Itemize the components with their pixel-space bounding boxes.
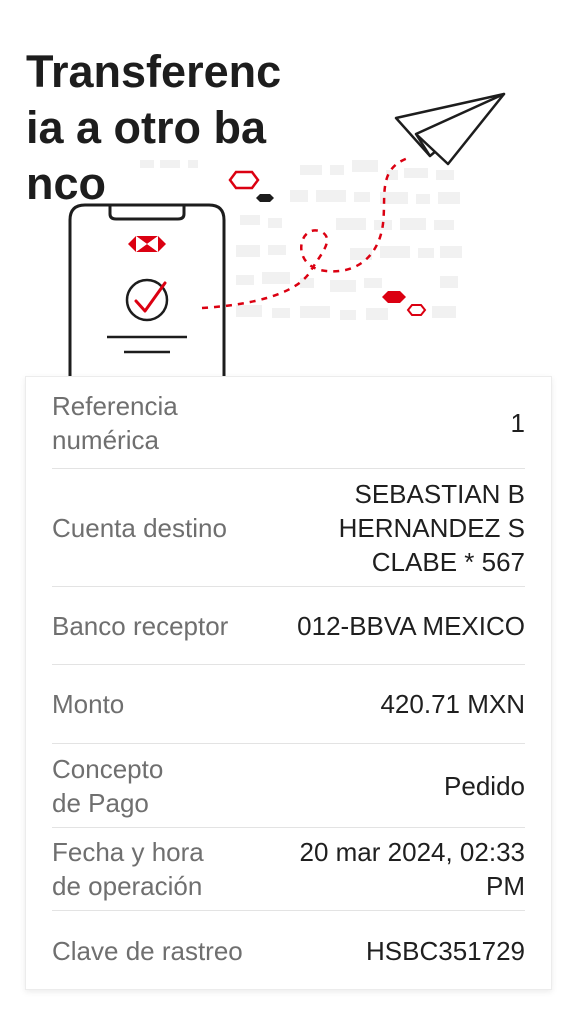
fecha-label: Fecha y hora de operación xyxy=(52,837,204,901)
cuenta-value: SEBASTIAN B HERNANDEZ S CLABE * 567 xyxy=(338,478,525,577)
clave-label: Clave de rastreo xyxy=(52,936,243,966)
concepto-label: Concepto de Pago xyxy=(52,753,164,818)
detail-row-banco: Banco receptor 012-BBVA MEXICO xyxy=(52,587,525,665)
clave-value: HSBC351729 xyxy=(366,936,525,966)
concepto-value: Pedido xyxy=(444,770,525,801)
detail-row-concepto: Concepto de Pago Pedido xyxy=(52,744,525,828)
phone-illustration xyxy=(68,203,226,380)
paper-plane-icon xyxy=(394,92,506,166)
referencia-value: 1 xyxy=(510,407,525,438)
banco-label: Banco receptor xyxy=(52,610,229,641)
fecha-value: 20 mar 2024, 02:33 PM xyxy=(299,837,526,901)
detail-row-monto: Monto 420.71 MXN xyxy=(52,665,525,744)
monto-label: Monto xyxy=(52,689,125,719)
detail-row-referencia: Referencia numérica 1 xyxy=(52,377,525,469)
hero-section: Transferencia a otro banco xyxy=(0,0,573,380)
detail-row-fecha: Fecha y hora de operación 20 mar 2024, 0… xyxy=(52,828,525,911)
transfer-details-card: Referencia numérica 1 Cuenta destino SEB… xyxy=(25,376,552,990)
monto-value: 420.71 MXN xyxy=(380,689,525,719)
hsbc-logo-icon xyxy=(128,236,166,252)
detail-row-cuenta: Cuenta destino SEBASTIAN B HERNANDEZ S C… xyxy=(52,469,525,587)
page-title: Transferencia a otro banco xyxy=(26,46,282,209)
referencia-label: Referencia numérica xyxy=(52,390,178,455)
cuenta-label: Cuenta destino xyxy=(52,512,227,543)
banco-value: 012-BBVA MEXICO xyxy=(297,610,525,641)
detail-row-clave: Clave de rastreo HSBC351729 xyxy=(52,911,525,991)
